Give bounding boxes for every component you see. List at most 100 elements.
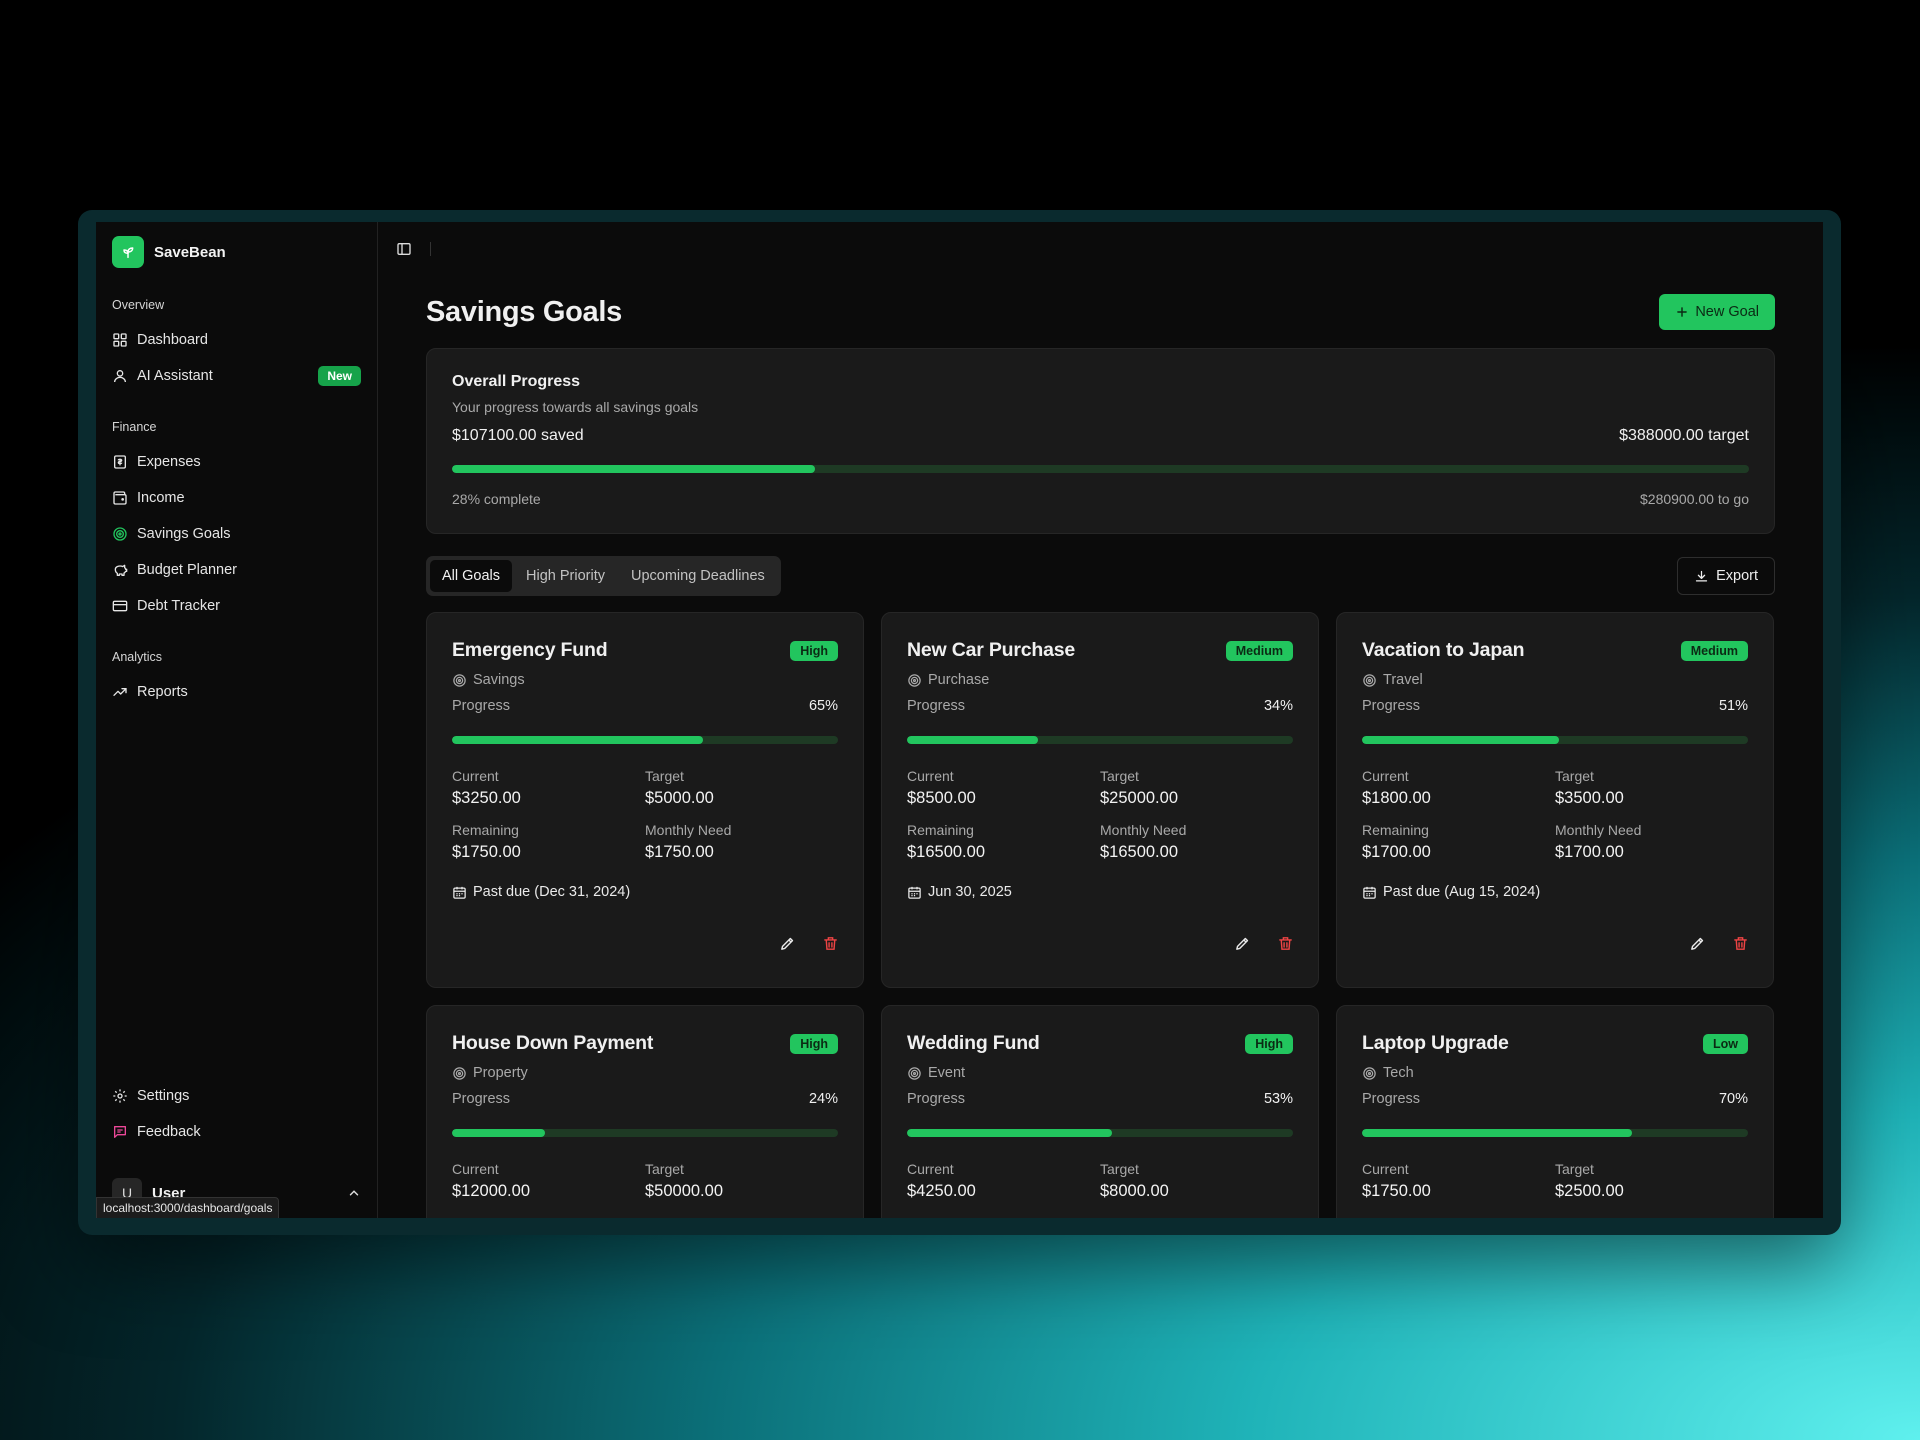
current-label: Current xyxy=(452,768,499,784)
monthly-need-value: $16500.00 xyxy=(1100,843,1178,861)
message-icon xyxy=(114,1126,126,1138)
trending-up-icon xyxy=(113,688,127,696)
current-value: $3250.00 xyxy=(452,789,521,807)
wallet-icon xyxy=(113,491,127,505)
remaining-label: Remaining xyxy=(1362,822,1429,838)
deadline-text: Jun 30, 2025 xyxy=(928,884,1012,900)
sidebar-item-savings-goals[interactable]: Savings Goals xyxy=(112,516,361,552)
overall-target: $388000.00 target xyxy=(1619,427,1749,444)
goal-category: Savings xyxy=(452,672,838,688)
sidebar-item-reports[interactable]: Reports xyxy=(112,674,361,710)
progress-label: Progress xyxy=(1362,698,1421,714)
sidebar-item-feedback[interactable]: Feedback xyxy=(112,1114,361,1150)
goal-progress-bar xyxy=(907,1129,1293,1137)
sidebar-item-dashboard[interactable]: Dashboard xyxy=(112,322,361,358)
sidebar-item-budget-planner[interactable]: Budget Planner xyxy=(112,552,361,588)
goal-actions xyxy=(779,935,839,952)
goal-progress-fill xyxy=(452,1129,545,1137)
goal-tabs: All Goals High Priority Upcoming Deadlin… xyxy=(426,556,781,596)
goal-category: Event xyxy=(907,1065,1293,1081)
target-label: Target xyxy=(1100,1161,1139,1177)
edit-icon[interactable] xyxy=(1689,935,1706,952)
brand-name: SaveBean xyxy=(154,243,226,261)
progress-percent: 34% xyxy=(1263,698,1293,714)
sidebar-toggle-icon[interactable] xyxy=(396,241,412,257)
goal-stats: Current $1800.00 Target $3500.00 Remaini… xyxy=(1362,768,1748,862)
goal-stats: Current $3250.00 Target $5000.00 Remaini… xyxy=(452,768,838,862)
page-header: Savings Goals New Goal xyxy=(426,294,1775,330)
new-goal-button[interactable]: New Goal xyxy=(1659,294,1775,330)
sidebar-item-debt-tracker[interactable]: Debt Tracker xyxy=(112,588,361,624)
remaining-label: Remaining xyxy=(907,822,974,838)
goal-category: Purchase xyxy=(907,672,1293,688)
deadline-text: Past due (Aug 15, 2024) xyxy=(1383,884,1541,900)
gear-icon xyxy=(113,1089,127,1103)
goal-card: New Car Purchase Medium Purchase Progres… xyxy=(881,612,1319,988)
goal-title: Wedding Fund xyxy=(907,1032,1040,1054)
goal-progress-fill xyxy=(452,736,703,744)
sidebar-item-label: Settings xyxy=(137,1088,190,1104)
target-icon xyxy=(1363,673,1376,687)
monthly-need-value: $1750.00 xyxy=(645,843,714,861)
target-icon xyxy=(453,1066,466,1080)
progress-label: Progress xyxy=(907,1091,966,1107)
priority-badge: Medium xyxy=(1680,640,1748,661)
target-value: $8000.00 xyxy=(1100,1182,1169,1200)
brand[interactable]: SaveBean xyxy=(112,236,361,268)
target-icon xyxy=(908,1066,921,1080)
sidebar-item-income[interactable]: Income xyxy=(112,480,361,516)
sidebar-item-ai-assistant[interactable]: AI Assistant New xyxy=(112,358,361,394)
overall-progress-fill xyxy=(452,465,816,473)
category-label: Property xyxy=(473,1065,528,1081)
goal-stats: Current $4250.00 Target $8000.00 xyxy=(907,1161,1293,1201)
edit-icon[interactable] xyxy=(779,935,796,952)
topbar-divider xyxy=(430,242,431,256)
goal-progress-bar xyxy=(1362,736,1748,744)
sidebar: SaveBean Overview Dashboard AI Assistant… xyxy=(96,222,378,1218)
target-value: $25000.00 xyxy=(1100,789,1178,807)
tab-high-priority[interactable]: High Priority xyxy=(514,560,617,592)
user-icon xyxy=(114,370,126,383)
calendar-icon xyxy=(1363,886,1376,899)
export-button[interactable]: Export xyxy=(1677,557,1775,595)
progress-percent: 24% xyxy=(808,1091,838,1107)
goal-category: Tech xyxy=(1362,1065,1748,1081)
goal-title: New Car Purchase xyxy=(907,639,1076,661)
target-icon xyxy=(113,527,127,541)
remaining-value: $16500.00 xyxy=(907,843,985,861)
overall-progress-bar xyxy=(452,465,1749,473)
sidebar-item-label: Budget Planner xyxy=(137,562,237,578)
trash-icon[interactable] xyxy=(1277,935,1294,952)
tab-all-goals[interactable]: All Goals xyxy=(430,560,513,592)
sidebar-item-settings[interactable]: Settings xyxy=(112,1078,361,1114)
goal-progress-bar xyxy=(907,736,1293,744)
sidebar-item-label: Feedback xyxy=(137,1124,201,1140)
current-label: Current xyxy=(452,1161,499,1177)
sidebar-item-expenses[interactable]: Expenses xyxy=(112,444,361,480)
edit-icon[interactable] xyxy=(1234,935,1251,952)
overall-subtitle: Your progress towards all savings goals xyxy=(452,399,699,415)
sidebar-bottom: Settings Feedback U User xyxy=(112,1078,361,1208)
download-icon xyxy=(1695,570,1708,581)
sidebar-item-label: Savings Goals xyxy=(137,526,231,542)
export-label: Export xyxy=(1716,568,1758,584)
current-value: $8500.00 xyxy=(907,789,976,807)
topbar xyxy=(396,222,1775,276)
progress-percent: 70% xyxy=(1718,1091,1748,1107)
goal-progress-fill xyxy=(1362,1129,1633,1137)
goal-title: House Down Payment xyxy=(452,1032,654,1054)
current-value: $12000.00 xyxy=(452,1182,530,1200)
goal-progress-bar xyxy=(1362,1129,1748,1137)
sidebar-item-label: Income xyxy=(137,490,185,506)
nav-group-finance: Finance Expenses Income Savings Goals Bu… xyxy=(112,420,361,624)
target-icon xyxy=(453,673,466,687)
new-badge: New xyxy=(318,366,361,386)
goal-stats: Current $1750.00 Target $2500.00 xyxy=(1362,1161,1748,1201)
priority-badge: High xyxy=(790,1033,838,1054)
goal-category: Travel xyxy=(1362,672,1748,688)
target-label: Target xyxy=(645,768,684,784)
piggy-bank-icon xyxy=(114,564,128,576)
tab-upcoming-deadlines[interactable]: Upcoming Deadlines xyxy=(619,560,777,592)
trash-icon[interactable] xyxy=(1732,935,1749,952)
trash-icon[interactable] xyxy=(822,935,839,952)
